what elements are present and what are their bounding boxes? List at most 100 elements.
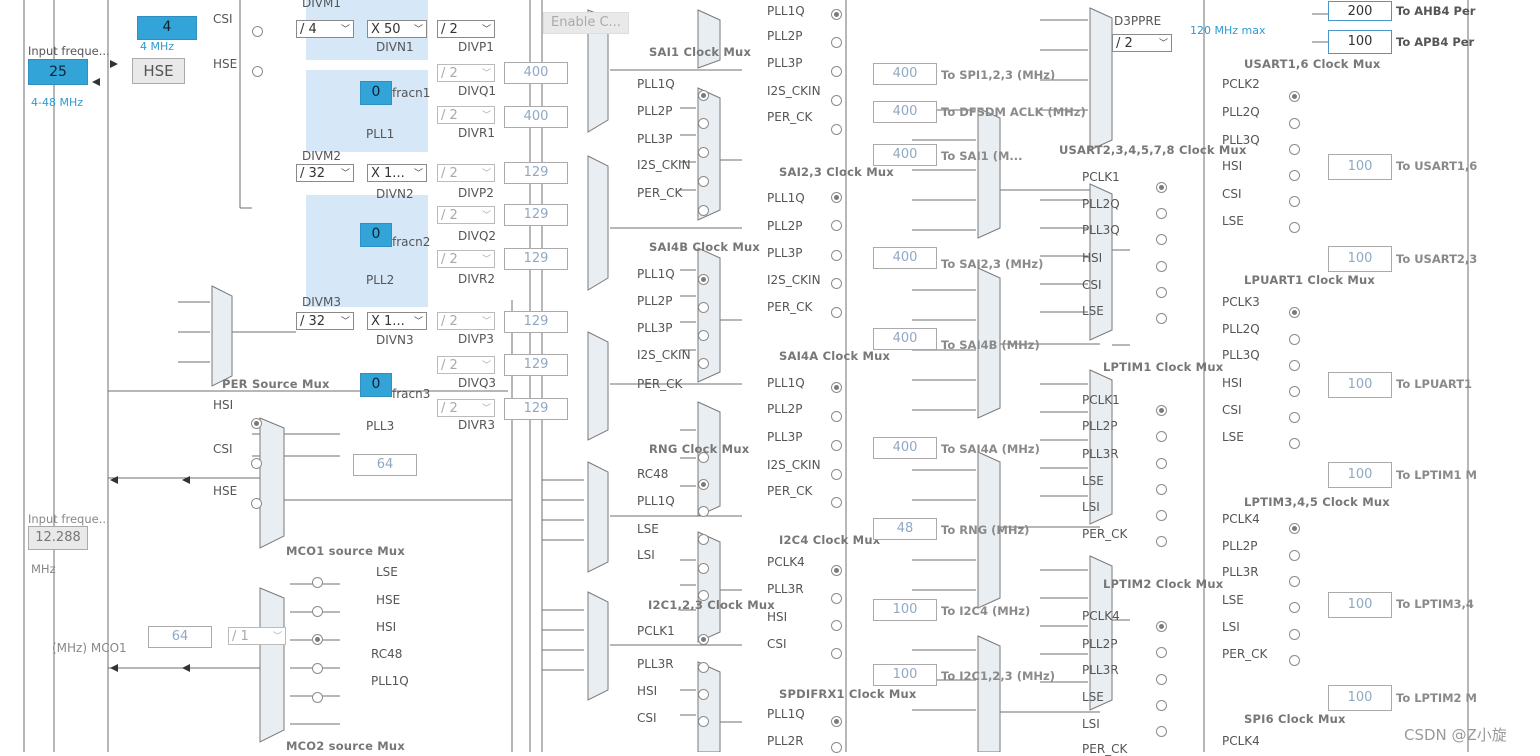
i2c123-radio-00[interactable] — [698, 590, 709, 601]
lptim2-radio-3[interactable] — [1156, 674, 1167, 685]
lptim345-radio-4[interactable] — [1289, 602, 1300, 613]
i2c4-radio-2[interactable] — [831, 593, 842, 604]
sai23-radio-2[interactable] — [831, 220, 842, 231]
lptim1-radio-5[interactable] — [1156, 510, 1167, 521]
divr3-select[interactable]: / 2 ﹀ — [437, 399, 495, 417]
lptim2-radio-4[interactable] — [1156, 700, 1167, 711]
sai23-radio-5[interactable] — [831, 307, 842, 318]
i2c4-radio-4[interactable] — [831, 648, 842, 659]
usart2-radio-3[interactable] — [1156, 234, 1167, 245]
i2c123-radio-0[interactable] — [698, 563, 709, 574]
lptim345-radio-6[interactable] — [1289, 655, 1300, 666]
i2c123-radio-3[interactable] — [698, 689, 709, 700]
lptim345-radio-1[interactable] — [1289, 523, 1300, 534]
mco-radio-3[interactable] — [312, 634, 323, 645]
lpuart-radio-6[interactable] — [1289, 438, 1300, 449]
usart16-radio-3[interactable] — [1289, 144, 1300, 155]
top-radio-5[interactable] — [831, 124, 842, 135]
lptim345-radio-5[interactable] — [1289, 629, 1300, 640]
divq3-select[interactable]: / 2 ﹀ — [437, 356, 495, 374]
spdif-radio-2[interactable] — [831, 742, 842, 753]
usart2-radio-1[interactable] — [1156, 182, 1167, 193]
lptim2-radio-2[interactable] — [1156, 647, 1167, 658]
lpuart-radio-3[interactable] — [1289, 360, 1300, 371]
sai1-radio-2[interactable] — [698, 118, 709, 129]
divp3-select[interactable]: / 2 ﹀ — [437, 312, 495, 330]
i2c123-radio-1[interactable] — [698, 634, 709, 645]
sai4b-radio-4[interactable] — [698, 358, 709, 369]
sai4b-radio-1[interactable] — [698, 274, 709, 285]
csi-value-box[interactable]: 4 — [137, 16, 197, 40]
hse-button[interactable]: HSE — [132, 58, 185, 84]
usart16-radio-1[interactable] — [1289, 91, 1300, 102]
pll-src-radio-csi[interactable] — [252, 26, 263, 37]
sai4b-radio-3[interactable] — [698, 330, 709, 341]
i2c123-radio-4[interactable] — [698, 716, 709, 727]
divp2-select[interactable]: / 2 ﹀ — [437, 164, 495, 182]
divq2-select[interactable]: / 2 ﹀ — [437, 206, 495, 224]
rng-radio-4[interactable] — [698, 534, 709, 545]
mco1-divider-select[interactable]: / 1 ﹀ — [228, 627, 286, 645]
sai4a-radio-2[interactable] — [831, 411, 842, 422]
enable-css-button[interactable]: Enable C... — [543, 12, 629, 34]
mco-radio-1[interactable] — [312, 577, 323, 588]
sai23-radio-4[interactable] — [831, 278, 842, 289]
divm3-select[interactable]: / 32 ﹀ — [296, 312, 354, 330]
mco-radio-2[interactable] — [312, 606, 323, 617]
divp1-select[interactable]: / 2 ﹀ — [437, 20, 495, 38]
sai4a-radio-1[interactable] — [831, 382, 842, 393]
usart2-radio-5[interactable] — [1156, 287, 1167, 298]
sai4a-radio-4[interactable] — [831, 469, 842, 480]
usart16-radio-5[interactable] — [1289, 196, 1300, 207]
i2c4-radio-3[interactable] — [831, 620, 842, 631]
sai4a-radio-5[interactable] — [831, 497, 842, 508]
lptim2-radio-5[interactable] — [1156, 726, 1167, 737]
sai23-radio-3[interactable] — [831, 250, 842, 261]
divn3-select[interactable]: X 1... ﹀ — [367, 312, 427, 330]
mco-radio-4[interactable] — [312, 663, 323, 674]
lptim1-radio-6[interactable] — [1156, 536, 1167, 547]
divq1-select[interactable]: / 2 ﹀ — [437, 64, 495, 82]
lptim1-radio-2[interactable] — [1156, 431, 1167, 442]
rng-radio-3[interactable] — [698, 506, 709, 517]
lptim2-radio-1[interactable] — [1156, 621, 1167, 632]
input-frequency-field[interactable]: 25 — [28, 59, 88, 85]
usart16-radio-4[interactable] — [1289, 170, 1300, 181]
d3ppre-select[interactable]: / 2 ﹀ — [1112, 34, 1172, 52]
top-radio-3[interactable] — [831, 66, 842, 77]
lpuart-radio-4[interactable] — [1289, 386, 1300, 397]
lptim345-radio-2[interactable] — [1289, 550, 1300, 561]
pll-src-radio-hse[interactable] — [252, 66, 263, 77]
top-radio-2[interactable] — [831, 37, 842, 48]
fracn3-field[interactable]: 0 — [360, 373, 392, 397]
divm1-select[interactable]: / 4 ﹀ — [296, 20, 354, 38]
i2c4-radio-1[interactable] — [831, 565, 842, 576]
top-radio-1[interactable] — [831, 9, 842, 20]
rng-radio-2[interactable] — [698, 479, 709, 490]
fracn2-field[interactable]: 0 — [360, 223, 392, 247]
sai1-radio-5[interactable] — [698, 205, 709, 216]
divr1-select[interactable]: / 2 ﹀ — [437, 106, 495, 124]
rng-radio-1[interactable] — [698, 452, 709, 463]
divn2-select[interactable]: X 1... ﹀ — [367, 164, 427, 182]
divr2-select[interactable]: / 2 ﹀ — [437, 250, 495, 268]
per-radio-hse[interactable] — [251, 498, 262, 509]
per-radio-csi[interactable] — [251, 458, 262, 469]
mco-radio-5[interactable] — [312, 692, 323, 703]
sai1-radio-3[interactable] — [698, 147, 709, 158]
usart2-radio-4[interactable] — [1156, 261, 1167, 272]
sai23-radio-1[interactable] — [831, 192, 842, 203]
top-radio-4[interactable] — [831, 95, 842, 106]
usart16-radio-6[interactable] — [1289, 222, 1300, 233]
fracn1-field[interactable]: 0 — [360, 81, 392, 105]
per-radio-hsi[interactable] — [251, 418, 262, 429]
lpuart-radio-5[interactable] — [1289, 412, 1300, 423]
sai4a-radio-3[interactable] — [831, 440, 842, 451]
sai1-radio-1[interactable] — [698, 90, 709, 101]
divn1-select[interactable]: X 50 ﹀ — [367, 20, 427, 38]
lptim345-radio-3[interactable] — [1289, 576, 1300, 587]
divm2-select[interactable]: / 32 ﹀ — [296, 164, 354, 182]
input-frequency2-field[interactable]: 12.288 — [28, 526, 88, 550]
lptim1-radio-4[interactable] — [1156, 484, 1167, 495]
spdif-radio-1[interactable] — [831, 716, 842, 727]
